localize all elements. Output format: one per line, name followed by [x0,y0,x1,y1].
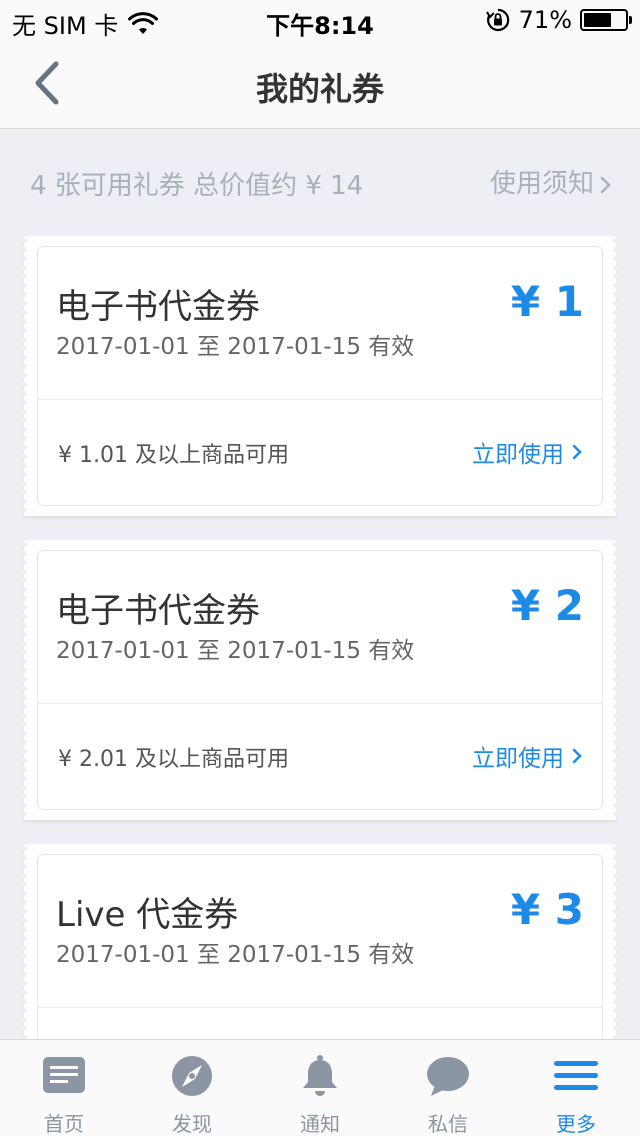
chevron-right-icon [572,442,584,462]
coupon-amount: ¥ 2 [510,581,584,630]
status-right: 71% [485,6,632,34]
nav-bar: 我的礼券 [0,40,640,129]
chat-bubble-icon [425,1054,471,1098]
coupon-card: Live 代金券 2017-01-01 至 2017-01-15 有效 ¥ 3 [37,854,603,1039]
tab-label: 发现 [172,1112,212,1136]
coupon-item: 电子书代金券 2017-01-01 至 2017-01-15 有效 ¥ 2 ¥ … [21,540,619,820]
use-now-button[interactable]: 立即使用 [472,739,584,773]
tab-label: 更多 [556,1112,596,1136]
coupon-validity: 2017-01-01 至 2017-01-15 有效 [56,638,415,664]
coupon-condition: ¥ 1.01 及以上商品可用 [58,443,289,468]
tab-home[interactable]: 首页 [0,1040,128,1136]
coupon-item: 电子书代金券 2017-01-01 至 2017-01-15 有效 ¥ 1 ¥ … [21,236,619,516]
coupon-list: 电子书代金券 2017-01-01 至 2017-01-15 有效 ¥ 1 ¥ … [0,236,640,1039]
use-now-label: 立即使用 [472,442,564,468]
coupon-amount: ¥ 3 [510,885,584,934]
use-now-button[interactable]: 立即使用 [472,435,584,469]
coupon-item: Live 代金券 2017-01-01 至 2017-01-15 有效 ¥ 3 [21,844,619,1039]
summary-bar: 4 张可用礼券 总价值约 ¥ 14 使用须知 [0,129,640,229]
battery-level-fill [584,13,612,27]
coupon-validity: 2017-01-01 至 2017-01-15 有效 [56,334,415,360]
chevron-right-icon [572,746,584,766]
usage-notice-link[interactable]: 使用须知 [490,163,612,200]
tab-label: 首页 [44,1112,84,1136]
coupon-card: 电子书代金券 2017-01-01 至 2017-01-15 有效 ¥ 1 ¥ … [37,246,603,506]
coupon-condition: ¥ 2.01 及以上商品可用 [58,747,289,772]
tab-bar: 首页 发现 通知 私信 更多 [0,1039,640,1136]
coupon-validity: 2017-01-01 至 2017-01-15 有效 [56,942,415,968]
status-bar: 无 SIM 卡 下午8:14 71% [0,0,640,40]
news-icon [41,1054,87,1098]
tab-label: 通知 [300,1112,340,1136]
battery-percent: 71% [518,6,572,34]
coupon-name: Live 代金券 [56,895,239,935]
tab-label: 私信 [428,1112,468,1136]
coupon-card: 电子书代金券 2017-01-01 至 2017-01-15 有效 ¥ 2 ¥ … [37,550,603,810]
coupon-name: 电子书代金券 [56,287,260,327]
usage-notice-label: 使用须知 [489,169,594,199]
page-title: 我的礼券 [255,70,384,108]
tab-more[interactable]: 更多 [512,1040,640,1136]
tab-messages[interactable]: 私信 [384,1040,512,1136]
battery-icon [580,9,632,31]
coupon-summary: 4 张可用礼券 总价值约 ¥ 14 [30,171,364,201]
coupon-divider [38,703,602,704]
bell-icon [297,1054,343,1098]
tab-discover[interactable]: 发现 [128,1040,256,1136]
coupon-divider [38,399,602,400]
use-now-label: 立即使用 [472,746,564,772]
coupon-divider [38,1007,602,1008]
tab-notifications[interactable]: 通知 [256,1040,384,1136]
menu-icon [553,1054,599,1098]
rotation-lock-icon [485,7,511,33]
coupon-name: 电子书代金券 [56,591,260,631]
chevron-right-icon [600,172,612,193]
coupon-amount: ¥ 1 [510,277,584,326]
compass-icon [169,1054,215,1098]
